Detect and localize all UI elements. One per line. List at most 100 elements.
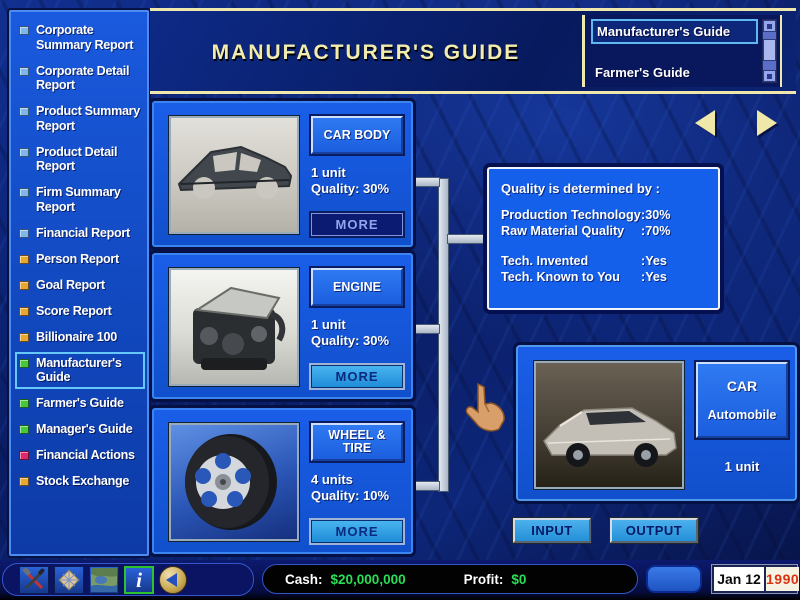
bullet-icon [19, 148, 29, 157]
engine-title-button[interactable]: ENGINE [311, 268, 403, 306]
bullet-icon [19, 26, 29, 35]
wheel-tire-title-button[interactable]: WHEEL & TIRE [311, 423, 403, 461]
car-body-image [169, 116, 299, 234]
back-icon[interactable] [159, 566, 187, 594]
date-display: Jan 12 1990 [712, 565, 797, 593]
city-blocks-icon[interactable] [54, 566, 84, 594]
guide-option-manufacturers[interactable]: Manufacturer's Guide [591, 19, 758, 44]
sidebar-item-manager-s-guide[interactable]: Manager's Guide [19, 422, 141, 437]
bullet-icon [19, 477, 29, 486]
connector-quality [447, 234, 488, 244]
scroll-thumb[interactable] [763, 39, 776, 61]
car-image [534, 361, 684, 489]
product-units: 1 unit [696, 459, 788, 474]
world-map-icon[interactable] [89, 566, 119, 594]
engine-units: 1 unit [311, 317, 403, 333]
guide-selector: Manufacturer's Guide Farmer's Guide [582, 15, 782, 87]
wheel-tire-more-button[interactable]: MORE [311, 520, 403, 543]
wheel-tire-units: 4 units [311, 472, 403, 488]
input-button[interactable]: INPUT [513, 518, 591, 543]
engine-image [169, 268, 299, 386]
quality-info-title: Quality is determined by : [501, 181, 708, 196]
bullet-icon [19, 281, 29, 290]
sidebar-item-product-detail-report[interactable]: Product Detail Report [19, 145, 141, 174]
product-name: CAR [727, 378, 757, 394]
bullet-icon [19, 399, 29, 408]
car-body-more-button[interactable]: MORE [311, 213, 403, 236]
toolbar: i [2, 563, 254, 596]
year-value: 1990 [766, 567, 799, 591]
date-value: Jan 12 [714, 567, 766, 591]
sidebar-item-label: Product Summary Report [36, 104, 141, 133]
sidebar-item-label: Financial Actions [36, 448, 135, 463]
sidebar-item-manufacturer-s-guide[interactable]: Manufacturer's Guide [19, 356, 141, 385]
next-page-arrow-icon[interactable] [757, 110, 777, 136]
bullet-icon [19, 333, 29, 342]
pointing-hand-cursor-icon [455, 382, 509, 439]
car-title-button[interactable]: CAR Automobile [696, 362, 788, 438]
quality-row-value: :70% [641, 223, 708, 239]
quality-row-value: :Yes [641, 269, 708, 285]
sidebar-item-firm-summary-report[interactable]: Firm Summary Report [19, 185, 141, 214]
quality-info-box: Quality is determined by : Production Te… [487, 167, 720, 310]
tools-icon[interactable] [19, 566, 49, 594]
sidebar-item-billionaire-100[interactable]: Billionaire 100 [19, 330, 141, 345]
sidebar-item-goal-report[interactable]: Goal Report [19, 278, 141, 293]
quality-row-label: Tech. Known to You [501, 269, 641, 285]
connector-engine [412, 324, 440, 334]
sidebar-item-product-summary-report[interactable]: Product Summary Report [19, 104, 141, 133]
sidebar-item-stock-exchange[interactable]: Stock Exchange [19, 474, 141, 489]
connector-wheeltire [412, 481, 440, 491]
sidebar-item-farmer-s-guide[interactable]: Farmer's Guide [19, 396, 141, 411]
cash-label: Cash: [285, 572, 323, 587]
sidebar-item-label: Stock Exchange [36, 474, 129, 489]
bullet-icon [19, 67, 29, 76]
profit-value: $0 [511, 572, 526, 587]
sidebar-item-label: Corporate Detail Report [36, 64, 141, 93]
sidebar-item-financial-actions[interactable]: Financial Actions [19, 448, 141, 463]
scroll-down-button[interactable] [763, 70, 776, 82]
sidebar-item-label: Farmer's Guide [36, 396, 124, 411]
component-card-car-body: CAR BODY 1 unit Quality: 30% MORE [152, 101, 413, 247]
car-body-quality: Quality: 30% [311, 181, 403, 197]
manufacturers-guide-screen: Corporate Summary Report Corporate Detail… [0, 0, 800, 600]
bullet-icon [19, 255, 29, 264]
sidebar-item-label: Financial Report [36, 226, 130, 241]
quality-row-label: Tech. Invented [501, 253, 641, 269]
sidebar-item-label: Score Report [36, 304, 111, 319]
sidebar-item-label: Product Detail Report [36, 145, 141, 174]
sidebar-item-label: Goal Report [36, 278, 105, 293]
page-title: MANUFACTURER'S GUIDE [150, 41, 582, 65]
scroll-up-button[interactable] [763, 20, 776, 32]
bullet-icon [19, 188, 29, 197]
sidebar-item-person-report[interactable]: Person Report [19, 252, 141, 267]
car-body-title-button[interactable]: CAR BODY [311, 116, 403, 154]
quality-row-label: Production Technology [501, 207, 641, 223]
sidebar-item-label: Billionaire 100 [36, 330, 117, 345]
product-card-car: CAR Automobile 1 unit [516, 345, 797, 501]
bullet-icon [19, 425, 29, 434]
sidebar-item-label: Firm Summary Report [36, 185, 141, 214]
output-button[interactable]: OUTPUT [610, 518, 698, 543]
guide-option-farmers[interactable]: Farmer's Guide [591, 62, 758, 83]
sidebar-item-score-report[interactable]: Score Report [19, 304, 141, 319]
sidebar-item-financial-report[interactable]: Financial Report [19, 226, 141, 241]
connector-carbody [412, 177, 440, 187]
bullet-icon [19, 451, 29, 460]
quality-row-value: :Yes [641, 253, 708, 269]
guide-scrollbar[interactable] [762, 19, 777, 83]
prev-page-arrow-icon[interactable] [695, 110, 715, 136]
bullet-icon [19, 107, 29, 116]
sidebar-item-label: Manager's Guide [36, 422, 132, 437]
engine-more-button[interactable]: MORE [311, 365, 403, 388]
component-card-wheel-tire: WHEEL & TIRE 4 units Quality: 10% MORE [152, 408, 413, 554]
blank-button[interactable] [646, 565, 702, 593]
bullet-icon [19, 307, 29, 316]
sidebar-item-corporate-summary-report[interactable]: Corporate Summary Report [19, 23, 141, 52]
info-icon[interactable]: i [124, 566, 154, 594]
engine-quality: Quality: 30% [311, 333, 403, 349]
cash-profit-display: Cash: $20,000,000 Profit: $0 [262, 564, 638, 594]
bullet-icon [19, 359, 29, 368]
sidebar-item-corporate-detail-report[interactable]: Corporate Detail Report [19, 64, 141, 93]
product-category: Automobile [708, 408, 777, 422]
